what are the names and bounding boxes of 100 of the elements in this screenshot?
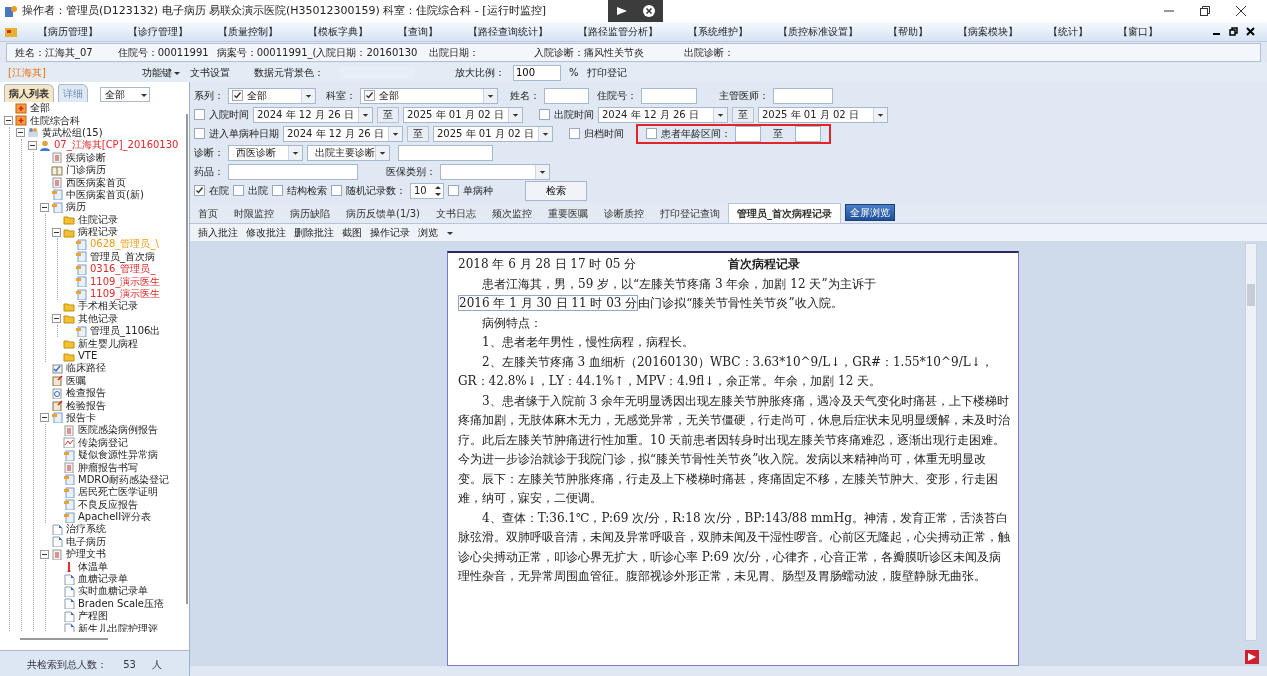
text-field[interactable] <box>398 144 493 161</box>
tree-item[interactable]: 疑似食源性异常病 <box>78 449 158 462</box>
date-picker[interactable]: 2024 年 12 月 26 日 <box>598 106 728 123</box>
spin-arrows-icon[interactable] <box>433 183 443 198</box>
checkbox[interactable] <box>646 128 657 139</box>
tree-item[interactable]: 中医病案首页(新) <box>66 188 144 201</box>
number-spinner[interactable]: 10 <box>410 182 444 199</box>
filter-dropdown[interactable]: 全部 <box>100 87 150 102</box>
range-button[interactable]: 至 <box>732 106 754 123</box>
text-field[interactable] <box>641 87 697 104</box>
menu-item[interactable]: 【模板字典】 <box>304 24 372 39</box>
menu-item[interactable]: 【路径查询统计】 <box>464 24 552 39</box>
menu-item[interactable]: 【质量控制】 <box>214 24 282 39</box>
menu-item[interactable]: 【诊疗管理】 <box>124 24 192 39</box>
tree-item[interactable]: 新生儿出院护理评 <box>78 622 158 633</box>
menu-item[interactable]: 【查询】 <box>394 24 442 39</box>
checkbox-label[interactable]: 结构检索 <box>287 183 327 198</box>
expander-icon[interactable] <box>40 413 49 423</box>
tree-item[interactable]: 门诊病历 <box>66 164 106 177</box>
doc-settings-button[interactable]: 文书设置 <box>190 65 230 80</box>
document-tab[interactable]: 病历缺陷 <box>282 204 338 223</box>
toolbar-button[interactable]: 截图 <box>342 225 362 240</box>
checkbox-label[interactable]: 在院 <box>209 183 229 198</box>
dropdown[interactable]: 全部 <box>228 87 316 104</box>
tree-item[interactable]: 住院记录 <box>78 213 118 226</box>
menu-item[interactable]: 【系统维护】 <box>684 24 752 39</box>
tree-item[interactable]: 黄武松组(15) <box>42 126 103 139</box>
tree-item[interactable]: 医嘱 <box>66 374 86 387</box>
text-field[interactable] <box>773 87 833 104</box>
checkbox[interactable] <box>569 128 580 139</box>
expander-icon[interactable] <box>40 202 49 212</box>
date-field[interactable]: 2016 年 1 月 30 日 11 时 03 分 <box>458 295 639 311</box>
date-picker[interactable]: 2025 年 01 月 02 日 <box>758 106 888 123</box>
menu-item[interactable]: 【病历管理】 <box>34 24 102 39</box>
tree-item[interactable]: 管理员_首次病 <box>90 250 155 263</box>
checkbox[interactable] <box>364 90 375 101</box>
checkbox-label[interactable]: 出院 <box>248 183 268 198</box>
menu-item[interactable]: 【窗口】 <box>1114 24 1162 39</box>
tree-item[interactable]: 报告卡 <box>66 411 96 424</box>
tree-item[interactable]: 居民死亡医学证明 <box>78 486 158 499</box>
age-field[interactable] <box>735 125 761 142</box>
app-menu-icon[interactable] <box>4 25 18 38</box>
zoom-field[interactable]: 100 <box>513 64 561 81</box>
document-tab[interactable]: 管理员_首次病程记录 <box>727 203 841 223</box>
age-field[interactable] <box>795 125 821 142</box>
toolbar-button[interactable]: 操作记录 <box>370 225 410 240</box>
toolbar-button[interactable]: 插入批注 <box>198 225 238 240</box>
tree-item[interactable]: 检验报告 <box>66 399 106 412</box>
checkbox-label[interactable]: 单病种 <box>463 183 493 198</box>
function-key-menu[interactable]: 功能键 <box>142 65 172 80</box>
expander-icon[interactable] <box>16 128 25 138</box>
tree-item[interactable]: Braden Scale压疮 <box>78 597 165 610</box>
toolbar-button[interactable]: 删除批注 <box>294 225 334 240</box>
expander-icon[interactable] <box>52 314 61 324</box>
range-button[interactable]: 至 <box>377 106 399 123</box>
tree-item[interactable]: 治疗系统 <box>66 523 106 536</box>
tree-item[interactable]: ApacheII评分表 <box>78 511 152 524</box>
expander-icon[interactable] <box>40 549 49 559</box>
date-picker[interactable]: 2025 年 01 月 02 日 <box>403 106 523 123</box>
toolbar-button[interactable]: 浏览 <box>418 225 438 240</box>
text-field[interactable] <box>544 87 589 104</box>
document-tab[interactable]: 首页 <box>190 204 226 223</box>
tree-item[interactable]: 病程记录 <box>78 226 118 239</box>
scroll-thumb[interactable] <box>1247 284 1255 306</box>
document-tab[interactable]: 打印登记查询 <box>651 204 728 223</box>
tree-item[interactable]: 疾病诊断 <box>66 151 106 164</box>
date-picker[interactable]: 2025 年 01 月 02 日 <box>433 125 553 142</box>
checkbox-label[interactable]: 患者年龄区间： <box>661 126 731 141</box>
menu-item[interactable]: 【统计】 <box>1044 24 1092 39</box>
document-tab[interactable]: 重要医嘱 <box>539 204 596 223</box>
dropdown[interactable]: 出院主要诊断 <box>307 144 390 161</box>
checkbox[interactable] <box>539 109 550 120</box>
menu-item[interactable]: 【病案模块】 <box>954 24 1022 39</box>
checkbox-label[interactable]: 入院时间 <box>209 107 249 122</box>
close-icon[interactable] <box>1235 5 1247 17</box>
checkbox[interactable] <box>448 185 459 196</box>
close-icon[interactable] <box>642 4 657 18</box>
menu-item[interactable]: 【质控标准设置】 <box>774 24 862 39</box>
checkbox[interactable] <box>232 90 243 101</box>
dropdown[interactable]: 全部 <box>360 87 498 104</box>
tree-item[interactable]: 全部 <box>30 102 50 115</box>
menu-item[interactable]: 【路径监管分析】 <box>574 24 662 39</box>
document-tab[interactable]: 文书日志 <box>427 204 484 223</box>
checkbox-label[interactable]: 随机记录数： <box>346 183 406 198</box>
date-picker[interactable]: 2024 年 12 月 26 日 <box>253 106 373 123</box>
tree-item[interactable]: 1109_演示医生 <box>90 288 161 301</box>
checkbox-label[interactable]: 出院时间 <box>554 107 594 122</box>
toolbar-button[interactable]: 修改批注 <box>246 225 286 240</box>
tree-item[interactable]: 1109_演示医生 <box>90 275 161 288</box>
dropdown[interactable]: 西医诊断 <box>228 144 303 161</box>
status-icon[interactable] <box>1245 650 1259 664</box>
print-log-button[interactable]: 打印登记 <box>586 65 627 80</box>
tree-item[interactable]: 病历 <box>66 201 86 214</box>
menu-item[interactable]: 【帮助】 <box>884 24 932 39</box>
checkbox[interactable] <box>331 185 342 196</box>
tree-item[interactable]: 产程图 <box>78 610 108 623</box>
document-tab[interactable]: 诊断质控 <box>595 204 652 223</box>
tree-item[interactable]: 传染病登记 <box>78 436 128 449</box>
document-tab[interactable]: 病历反馈单(1/3) <box>338 204 428 223</box>
checkbox-label[interactable]: 归档时间 <box>584 126 624 141</box>
